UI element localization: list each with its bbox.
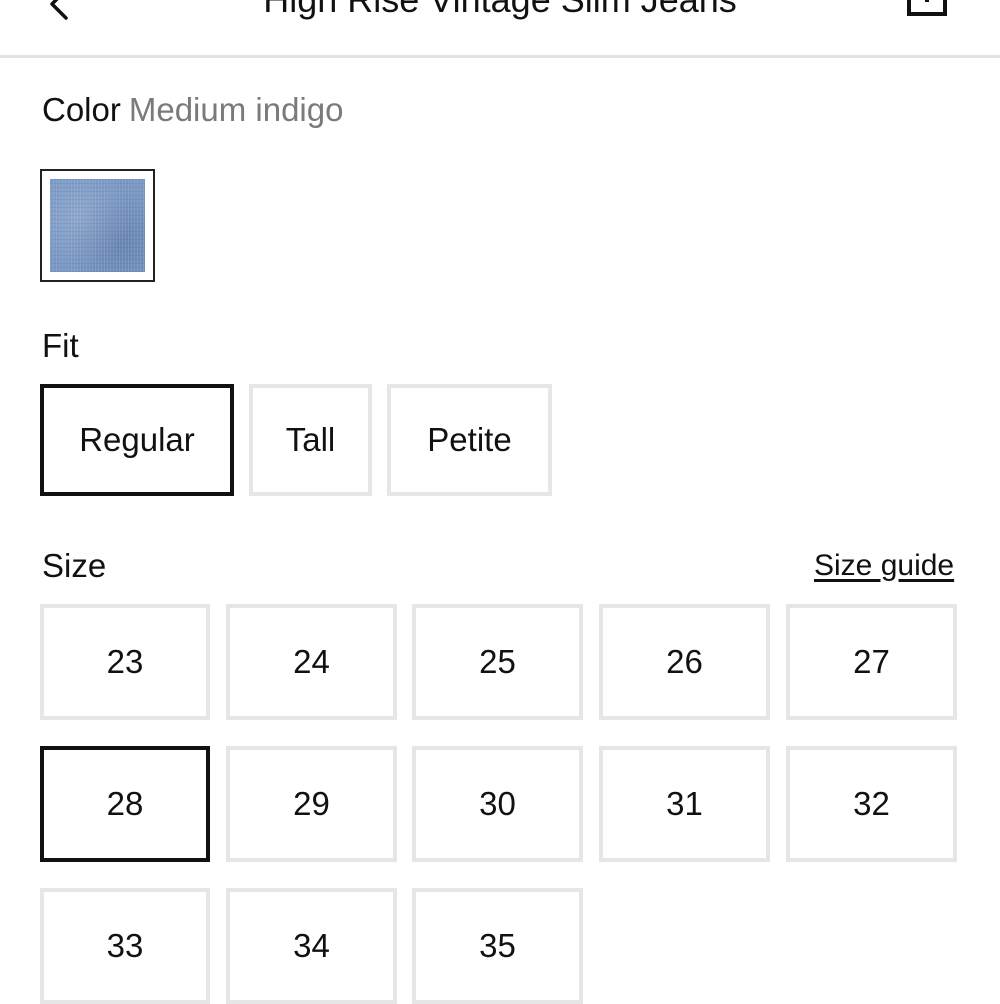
share-icon	[907, 0, 947, 16]
fit-option-tall[interactable]: Tall	[249, 384, 372, 496]
page-title: High Rise Vintage Slim Jeans	[0, 0, 1000, 22]
size-option-23[interactable]: 23	[40, 604, 210, 720]
color-label: Color	[42, 91, 121, 128]
selected-color-value: Medium indigo	[128, 91, 344, 128]
size-option-34[interactable]: 34	[226, 888, 397, 1004]
size-option-35[interactable]: 35	[412, 888, 583, 1004]
top-bar: High Rise Vintage Slim Jeans	[0, 0, 1000, 58]
denim-swatch-image	[50, 179, 145, 272]
size-option-27[interactable]: 27	[786, 604, 957, 720]
size-option-31[interactable]: 31	[599, 746, 770, 862]
fit-label: Fit	[42, 327, 79, 364]
size-option-33[interactable]: 33	[40, 888, 210, 1004]
share-button[interactable]	[905, 0, 949, 18]
size-option-32[interactable]: 32	[786, 746, 957, 862]
size-guide-link[interactable]: Size guide	[814, 546, 954, 586]
color-swatch-medium-indigo[interactable]	[40, 169, 155, 282]
size-option-26[interactable]: 26	[599, 604, 770, 720]
size-label: Size	[42, 547, 107, 584]
fit-option-regular[interactable]: Regular	[40, 384, 234, 496]
size-option-30[interactable]: 30	[412, 746, 583, 862]
size-option-25[interactable]: 25	[412, 604, 583, 720]
fit-option-petite[interactable]: Petite	[387, 384, 552, 496]
size-option-29[interactable]: 29	[226, 746, 397, 862]
size-option-24[interactable]: 24	[226, 604, 397, 720]
color-section-label: Color Medium indigo	[42, 90, 343, 130]
size-option-28[interactable]: 28	[40, 746, 210, 862]
